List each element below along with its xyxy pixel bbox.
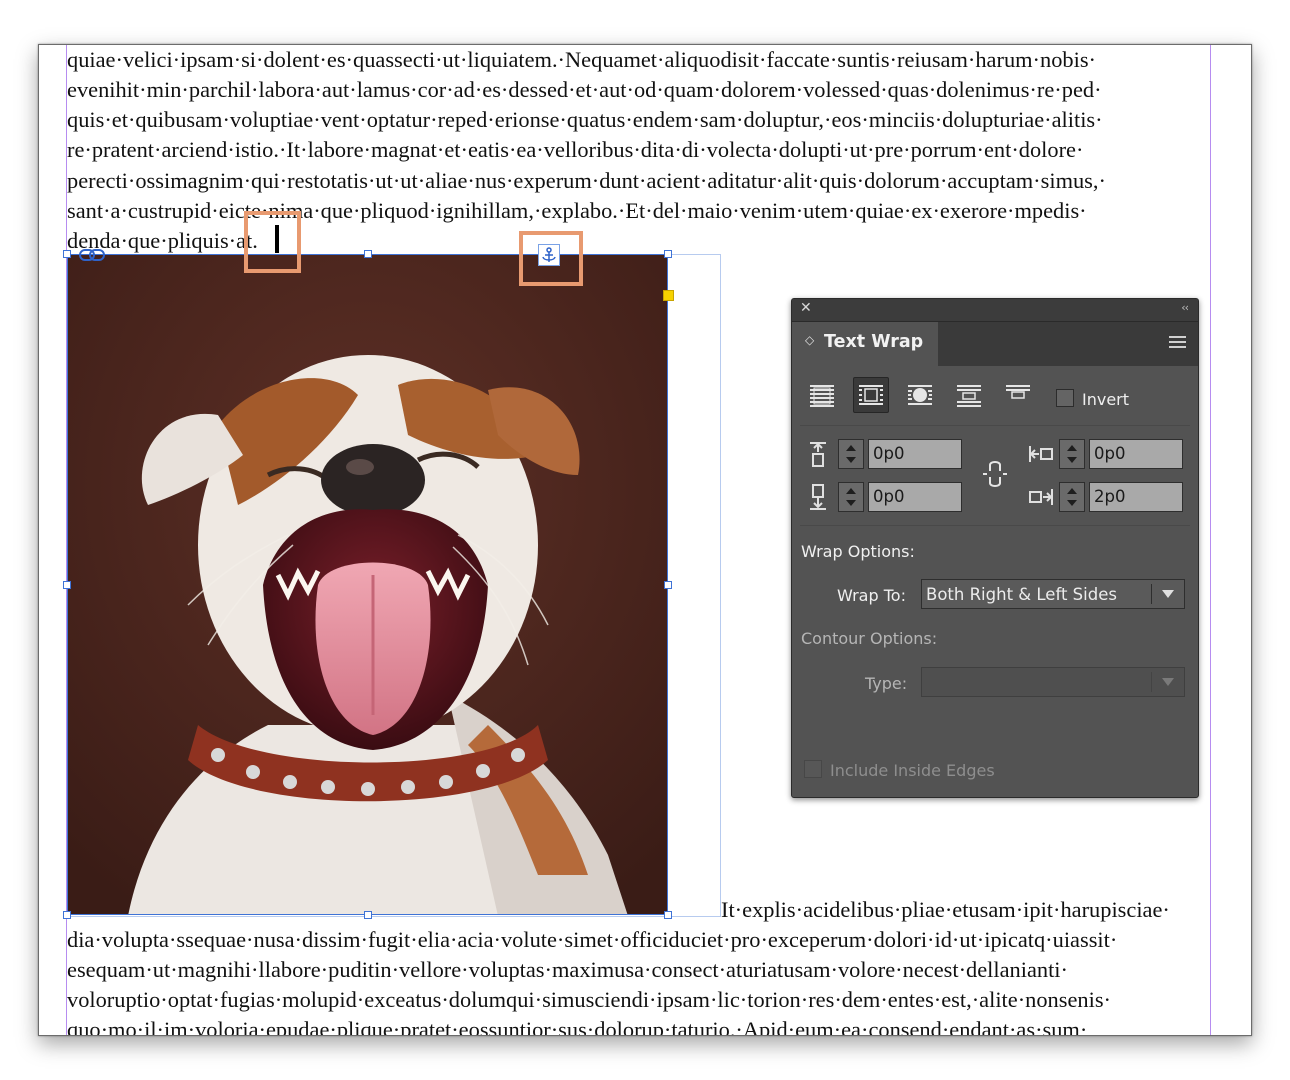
text-insertion-cursor: [275, 225, 279, 253]
bottom-offset-field[interactable]: 0p0: [868, 482, 962, 512]
jump-object-button[interactable]: [951, 377, 987, 413]
body-text-line[interactable]: evenihit·min·parchil·labora·aut·lamus·co…: [67, 75, 1209, 105]
panel-divider: [800, 425, 1190, 426]
body-text-line[interactable]: voloruptio·optat·fugias·molupid·exceatus…: [67, 985, 1209, 1015]
frame-handle-top-middle[interactable]: [364, 250, 372, 258]
jump-to-next-column-button[interactable]: [1000, 377, 1036, 413]
invert-label: Invert: [1082, 390, 1130, 409]
close-icon[interactable]: ✕: [800, 300, 812, 316]
frame-handle-middle-right[interactable]: [664, 581, 672, 589]
invert-checkbox[interactable]: [1056, 389, 1074, 407]
panel-divider: [800, 525, 1190, 526]
no-text-wrap-button[interactable]: [804, 377, 840, 413]
wrap-around-bounding-box-button[interactable]: [853, 377, 889, 413]
live-corner-handle[interactable]: [663, 290, 674, 301]
top-offset-field[interactable]: 0p0: [868, 439, 962, 469]
no-text-wrap-icon: [810, 385, 834, 407]
wrap-to-value: Both Right & Left Sides: [926, 585, 1117, 604]
wrap-options-heading: Wrap Options:: [801, 542, 915, 561]
contour-type-dropdown[interactable]: [921, 667, 1185, 697]
wrap-object-shape-icon: [908, 385, 932, 405]
frame-handle-bottom-left[interactable]: [63, 911, 71, 919]
bottom-offset-icon: [810, 484, 826, 510]
right-offset-stepper[interactable]: [1059, 482, 1085, 512]
body-text-line[interactable]: esequam·ut·magnihi·llabore·puditin·vello…: [67, 955, 1209, 985]
insertion-point-callout-highlight: [244, 211, 301, 273]
dog-photo: [68, 255, 667, 914]
top-offset-icon: [810, 442, 826, 467]
panel-tab-row: ◇ Text Wrap: [792, 322, 1198, 366]
frame-handle-bottom-middle[interactable]: [364, 911, 372, 919]
body-text-line[interactable]: re·pratent·arciend·istio.·It·labore·magn…: [67, 135, 1209, 165]
frame-handle-middle-left[interactable]: [63, 581, 71, 589]
right-offset-icon: [1029, 489, 1053, 505]
left-offset-field[interactable]: 0p0: [1089, 439, 1183, 469]
tab-expand-icon[interactable]: ◇: [805, 333, 814, 347]
body-text-line[interactable]: perecti·ossimagnim·qui·restotatis·ut·ut·…: [67, 166, 1209, 196]
tab-text-wrap[interactable]: ◇ Text Wrap: [792, 322, 938, 366]
include-inside-edges-checkbox[interactable]: [804, 760, 822, 778]
jump-object-icon: [957, 385, 981, 407]
chevron-down-icon: [1162, 678, 1174, 686]
wrap-bounding-box-icon: [859, 385, 883, 405]
body-text-line[interactable]: quo·mo·il·im·voloria·epudae·plique·prate…: [67, 1015, 1209, 1035]
panel-title: Text Wrap: [824, 332, 924, 352]
top-offset-stepper[interactable]: [838, 439, 864, 469]
right-margin-guide: [1210, 45, 1211, 1035]
make-all-settings-same-icon[interactable]: [981, 459, 1009, 489]
body-text-line[interactable]: dia·volupta·ssequae·nusa·dissim·fugit·el…: [67, 925, 1209, 955]
jump-to-next-column-icon: [1006, 385, 1030, 399]
anchor-callout-highlight: [519, 231, 583, 286]
text-wrap-panel: ✕ ‹‹ ◇ Text Wrap Invert 0p0 0p0 0p0 2p0 …: [791, 298, 1199, 798]
body-text-line[interactable]: quis·et·quibusam·voluptiae·vent·optatur·…: [67, 105, 1209, 135]
frame-handle-top-right[interactable]: [664, 250, 672, 258]
body-text-line-wrap[interactable]: It·explis·acidelibus·pliae·etusam·ipit·h…: [721, 895, 1170, 925]
frame-handle-top-left[interactable]: [63, 250, 71, 258]
wrap-around-object-shape-button[interactable]: [902, 377, 938, 413]
collapse-icon[interactable]: ‹‹: [1181, 301, 1189, 314]
wrap-to-dropdown[interactable]: Both Right & Left Sides: [921, 579, 1185, 609]
left-offset-icon: [1029, 446, 1053, 462]
right-offset-field[interactable]: 2p0: [1089, 482, 1183, 512]
bottom-offset-stepper[interactable]: [838, 482, 864, 512]
chevron-down-icon: [1162, 590, 1174, 598]
body-text-line[interactable]: sant·a·custrupid·eicte·nima·que·pliquod·…: [67, 196, 1209, 226]
panel-menu-icon[interactable]: [1169, 336, 1186, 349]
frame-handle-bottom-right[interactable]: [664, 911, 672, 919]
anchored-object-link-icon[interactable]: [79, 248, 105, 262]
body-text-line[interactable]: quiae·velici·ipsam·si·dolent·es·quassect…: [67, 45, 1209, 75]
contour-type-label: Type:: [865, 674, 908, 693]
left-offset-stepper[interactable]: [1059, 439, 1085, 469]
wrap-to-label: Wrap To:: [837, 586, 906, 605]
include-inside-edges-label: Include Inside Edges: [830, 761, 995, 780]
contour-options-heading: Contour Options:: [801, 629, 938, 648]
image-frame[interactable]: [67, 254, 668, 915]
panel-title-bar[interactable]: ✕ ‹‹: [792, 299, 1198, 322]
